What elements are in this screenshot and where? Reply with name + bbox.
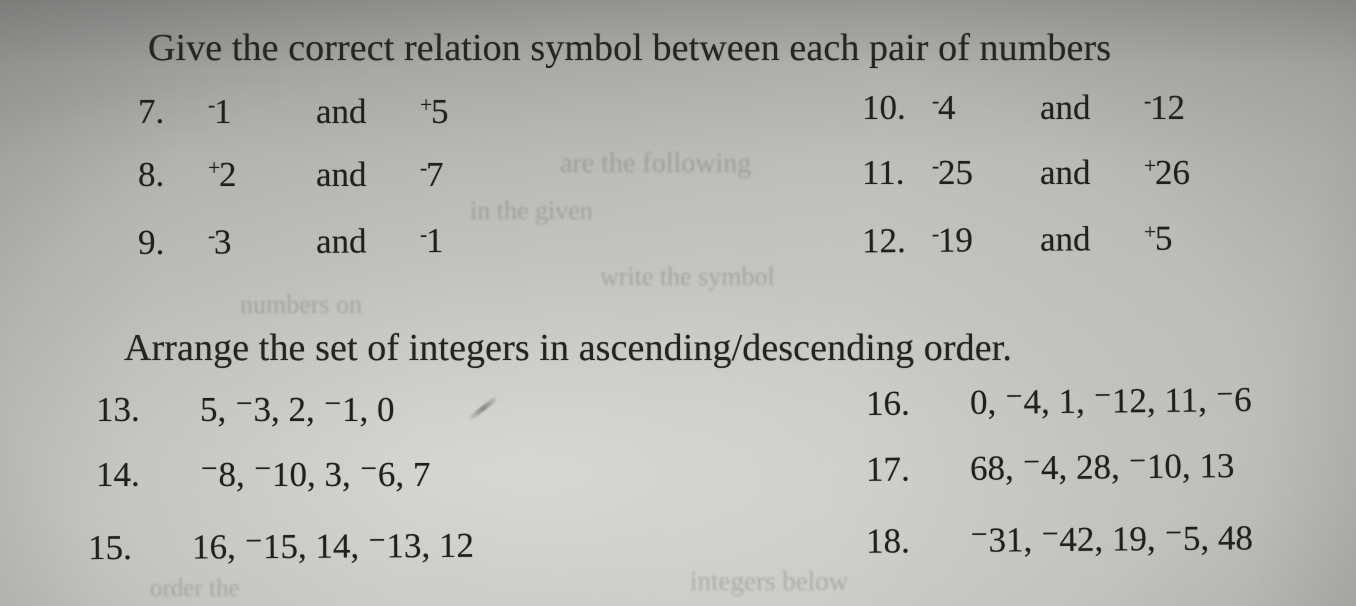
item-operand-right: -7	[420, 155, 443, 195]
exercise-item-14: 14. ⁻8, ⁻10, 3, ⁻6, 7	[96, 455, 430, 495]
item-operand-right: -12	[1144, 88, 1185, 128]
item-number: 12.	[861, 220, 906, 261]
exercise-item-13: 13. 5, ⁻3, 2, ⁻1, 0	[96, 390, 394, 430]
item-operand-right: -1	[420, 221, 444, 261]
exercise-item-16: 16. 0, ⁻4, 1, ⁻12, 11, ⁻6	[866, 380, 1252, 424]
exercise-item-9: 9. -3 and -1	[138, 221, 444, 263]
item-number: 13.	[96, 390, 140, 429]
item-number: 7.	[138, 92, 165, 131]
item-number: 14.	[96, 455, 140, 494]
operand-value: 26	[1154, 153, 1190, 192]
operand-value: 1	[425, 221, 444, 261]
item-operand-left: +2	[208, 155, 316, 195]
item-operand-right: +5	[1144, 219, 1173, 259]
item-operand-left: -1	[208, 92, 316, 132]
exercise-item-18: 18. ⁻31, ⁻42, 19, ⁻5, 48	[866, 518, 1253, 561]
section-heading-relation-symbols: Give the correct relation symbol between…	[148, 27, 1112, 69]
operand-value: 4	[937, 88, 956, 127]
item-conjunction: and	[1040, 88, 1091, 127]
item-operand-right: +5	[420, 92, 448, 132]
item-integer-set: ⁻31, ⁻42, 19, ⁻5, 48	[969, 518, 1254, 560]
item-operand-left: -4	[932, 88, 1040, 128]
item-operand-left: -3	[208, 222, 316, 263]
operand-value: 1	[213, 92, 232, 131]
section-heading-arrange-integers: Arrange the set of integers in ascending…	[124, 327, 1012, 369]
item-operand-left: -19	[932, 220, 1040, 261]
exercise-item-17: 17. 68, ⁻4, 28, ⁻10, 13	[866, 446, 1235, 490]
operand-value: 2	[218, 155, 237, 194]
item-conjunction: and	[315, 221, 367, 261]
item-number: 15.	[87, 527, 132, 568]
exercise-item-12: 12. -19 and +5	[862, 219, 1173, 262]
exercise-item-7: 7. -1 and +5	[138, 92, 448, 132]
item-integer-set: 5, ⁻3, 2, ⁻1, 0	[200, 390, 395, 429]
item-number: 9.	[137, 222, 165, 262]
operand-value: 3	[213, 222, 232, 262]
operand-value: 19	[937, 220, 974, 260]
item-conjunction: and	[316, 92, 367, 131]
exercise-item-8: 8. +2 and -7	[138, 155, 443, 195]
item-number: 18.	[865, 521, 910, 561]
item-conjunction: and	[1040, 153, 1091, 192]
operand-value: 7	[425, 155, 444, 194]
item-number: 8.	[138, 155, 165, 194]
exercise-item-15: 15. 16, ⁻15, 14, ⁻13, 12	[88, 526, 474, 568]
item-integer-set: ⁻8, ⁻10, 3, ⁻6, 7	[200, 455, 431, 494]
item-number: 17.	[865, 449, 910, 489]
item-integer-set: 0, ⁻4, 1, ⁻12, 11, ⁻6	[969, 379, 1252, 422]
operand-value: 12	[1149, 88, 1185, 127]
exercise-item-10: 10. -4 and -12	[862, 88, 1185, 128]
operand-value: 25	[937, 153, 973, 192]
item-conjunction: and	[316, 155, 367, 194]
item-number: 10.	[862, 88, 906, 127]
operand-value: 5	[430, 92, 449, 131]
item-operand-left: -25	[932, 153, 1040, 193]
item-integer-set: 16, ⁻15, 14, ⁻13, 12	[191, 525, 475, 567]
textbook-page-photo: are the following in the given write the…	[0, 0, 1356, 606]
item-number: 16.	[865, 383, 910, 424]
item-number: 11.	[862, 153, 905, 192]
item-integer-set: 68, ⁻4, 28, ⁻10, 13	[969, 446, 1235, 488]
item-operand-right: +26	[1144, 153, 1190, 193]
item-conjunction: and	[1039, 219, 1091, 259]
operand-value: 5	[1154, 218, 1173, 258]
exercise-item-11: 11. -25 and +26	[862, 153, 1190, 193]
